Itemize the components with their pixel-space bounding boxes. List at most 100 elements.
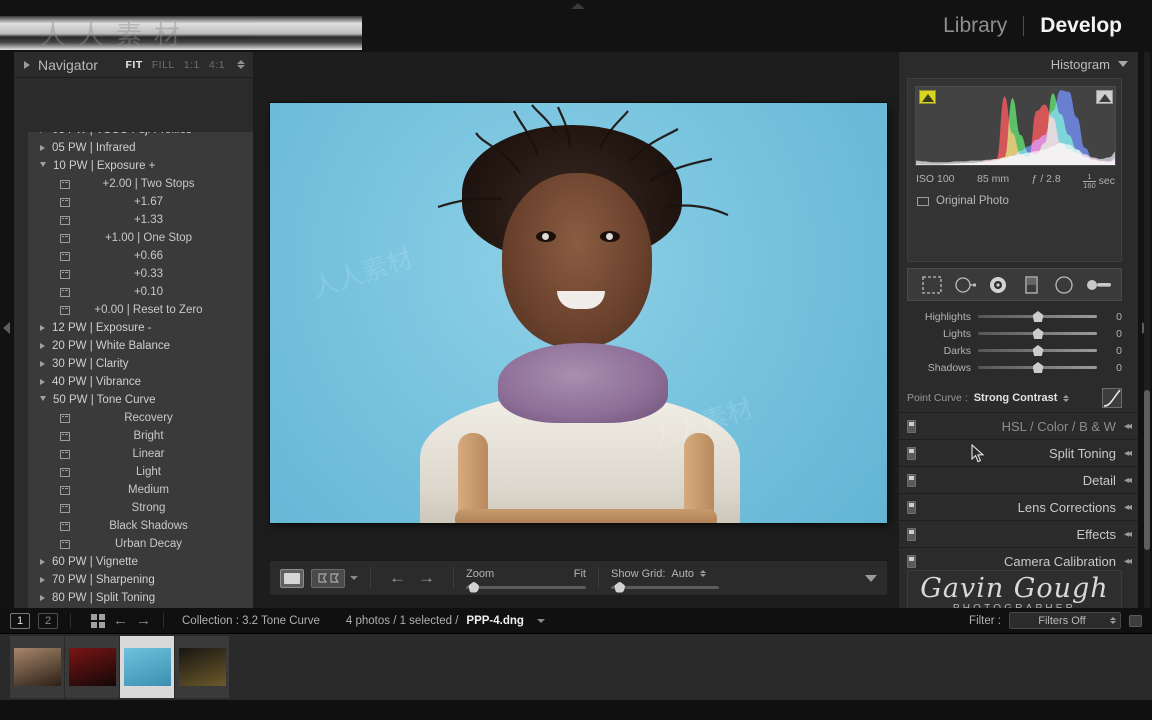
preset-group-row[interactable]: 05 PW | Infrared [28,139,253,157]
highlight-clipping-indicator[interactable] [1096,90,1113,104]
preset-item-row[interactable]: +1.00 | One Stop [28,229,253,247]
module-library[interactable]: Library [927,14,1023,38]
navigator-header[interactable]: Navigator FIT FILL 1:1 4:1 [14,52,253,78]
adjustment-brush-tool[interactable] [1085,274,1111,296]
show-grid-stepper[interactable] [700,570,707,577]
slider-shadows-rail[interactable] [978,362,1097,373]
preset-group-row[interactable]: 70 PW | Sharpening [28,571,253,589]
preset-item-row[interactable]: Bright [28,427,253,445]
filter-stepper-icon[interactable] [1110,617,1116,624]
flag-picks-button[interactable] [311,568,345,588]
chevron-right-icon[interactable] [40,361,45,367]
panel-row-split-toning[interactable]: Split Toning ◂◂ [899,439,1138,466]
panel-expand-icon-camera-calibration[interactable]: ◂◂ [1124,556,1132,567]
panel-switch-hsl[interactable] [907,419,916,433]
preset-item-row[interactable]: Light [28,463,253,481]
go-forward-icon[interactable]: → [136,612,151,629]
chevron-right-icon[interactable] [40,132,45,133]
chevron-down-icon[interactable] [40,396,46,404]
panel-expand-icon-lens-corrections[interactable]: ◂◂ [1124,502,1132,513]
panel-row-effects[interactable]: Effects ◂◂ [899,520,1138,547]
preset-item-row[interactable]: +0.00 | Reset to Zero [28,301,253,319]
screen-1-button[interactable]: 1 [10,612,30,629]
chevron-right-icon[interactable] [40,595,45,601]
thumb-sunset-jetty[interactable] [10,636,65,698]
preset-group-row[interactable]: 12 PW | Exposure - [28,319,253,337]
chevron-down-icon[interactable] [40,162,46,170]
grid-slider-handle[interactable] [614,581,626,593]
preset-group-row[interactable]: 80 PW | Split Toning [28,589,253,607]
chevron-right-icon[interactable] [40,145,45,151]
slider-highlights-handle[interactable] [1032,311,1044,322]
preset-group-row[interactable]: 03 PW | VSCO Fuji Profiles [28,132,253,139]
histogram-header[interactable]: Histogram [899,52,1138,76]
right-panel-scroll-track[interactable] [1144,52,1150,608]
filter-toggle-icon[interactable] [1129,614,1142,627]
slider-darks-handle[interactable] [1032,345,1044,356]
slider-lights-handle[interactable] [1032,328,1044,339]
preset-group-row[interactable]: 40 PW | Vibrance [28,373,253,391]
toolbar-collapse-icon[interactable] [865,574,877,582]
thumb-girl-blue[interactable] [120,636,175,698]
panel-expand-icon-hsl[interactable]: ◂◂ [1124,421,1132,432]
chevron-right-icon[interactable] [40,325,45,331]
radial-filter-tool[interactable] [1052,274,1076,296]
spot-removal-tool[interactable] [953,274,977,296]
slider-darks-rail[interactable] [978,345,1097,356]
preset-group-row[interactable]: 10 PW | Exposure + [28,157,253,175]
module-develop[interactable]: Develop [1024,14,1138,38]
grid-slider[interactable] [611,581,719,593]
panel-switch-camera-calibration[interactable] [907,554,916,568]
point-curve-stepper[interactable] [1063,394,1070,402]
zoom-level-4-1[interactable]: 4:1 [209,59,225,71]
preset-group-row[interactable]: 20 PW | White Balance [28,337,253,355]
chevron-right-icon[interactable] [40,343,45,349]
chevron-right-icon[interactable] [40,559,45,565]
preset-item-row[interactable]: Strong [28,499,253,517]
zoom-slider-handle[interactable] [468,581,480,593]
zoom-level-fit[interactable]: FIT [126,59,143,71]
chevron-down-icon[interactable] [1118,61,1128,67]
grid-view-icon[interactable] [91,613,105,628]
panel-row-hsl-color-bw[interactable]: HSL / Color / B & W ◂◂ [899,412,1138,439]
preset-item-row[interactable]: +0.66 [28,247,253,265]
preset-item-row[interactable]: +1.67 [28,193,253,211]
point-curve-editor-icon[interactable] [1102,388,1122,408]
preset-group-row[interactable]: 50 PW | Tone Curve [28,391,253,409]
graduated-filter-tool[interactable] [1019,274,1043,296]
next-photo-icon[interactable]: → [418,568,435,588]
top-panel-toggle-arrow[interactable] [571,3,585,9]
filename-caret-icon[interactable] [536,618,545,623]
original-photo-toggle[interactable]: Original Photo [917,195,1009,207]
panel-expand-icon-detail[interactable]: ◂◂ [1124,475,1132,486]
zoom-stepper[interactable] [237,60,245,69]
preset-item-row[interactable]: Urban Decay [28,535,253,553]
thumb-red-interior[interactable] [65,636,120,698]
red-eye-correction-tool[interactable] [986,274,1010,296]
preset-item-row[interactable]: +0.33 [28,265,253,283]
current-filename[interactable]: PPP-4.dng [466,615,524,627]
chevron-right-icon[interactable] [40,577,45,583]
panel-row-lens-corrections[interactable]: Lens Corrections ◂◂ [899,493,1138,520]
previous-photo-icon[interactable]: ← [389,568,406,588]
left-panel-collapse-arrow[interactable] [3,322,10,334]
zoom-slider[interactable] [466,581,586,593]
preset-item-row[interactable]: +2.00 | Two Stops [28,175,253,193]
panel-expand-icon-split-toning[interactable]: ◂◂ [1124,448,1132,459]
shadow-clipping-indicator[interactable] [919,90,936,104]
preset-item-row[interactable]: Medium [28,481,253,499]
zoom-level-1-1[interactable]: 1:1 [184,59,200,71]
preset-item-row[interactable]: +1.33 [28,211,253,229]
screen-2-button[interactable]: 2 [38,612,58,629]
filter-select[interactable]: Filters Off [1009,612,1121,629]
preset-item-row[interactable]: Linear [28,445,253,463]
crop-overlay-tool[interactable] [920,274,944,296]
zoom-level-fill[interactable]: FILL [152,59,175,71]
panel-row-detail[interactable]: Detail ◂◂ [899,466,1138,493]
thumb-dark-worker[interactable] [175,636,230,698]
loupe-view-button[interactable] [280,568,304,588]
toolbar-flags-caret-icon[interactable] [350,576,358,580]
develop-photo[interactable]: 人人素材 人人素材 [270,103,887,523]
right-panel-scrollbar-thumb[interactable] [1144,390,1150,550]
panel-switch-split-toning[interactable] [907,446,916,460]
